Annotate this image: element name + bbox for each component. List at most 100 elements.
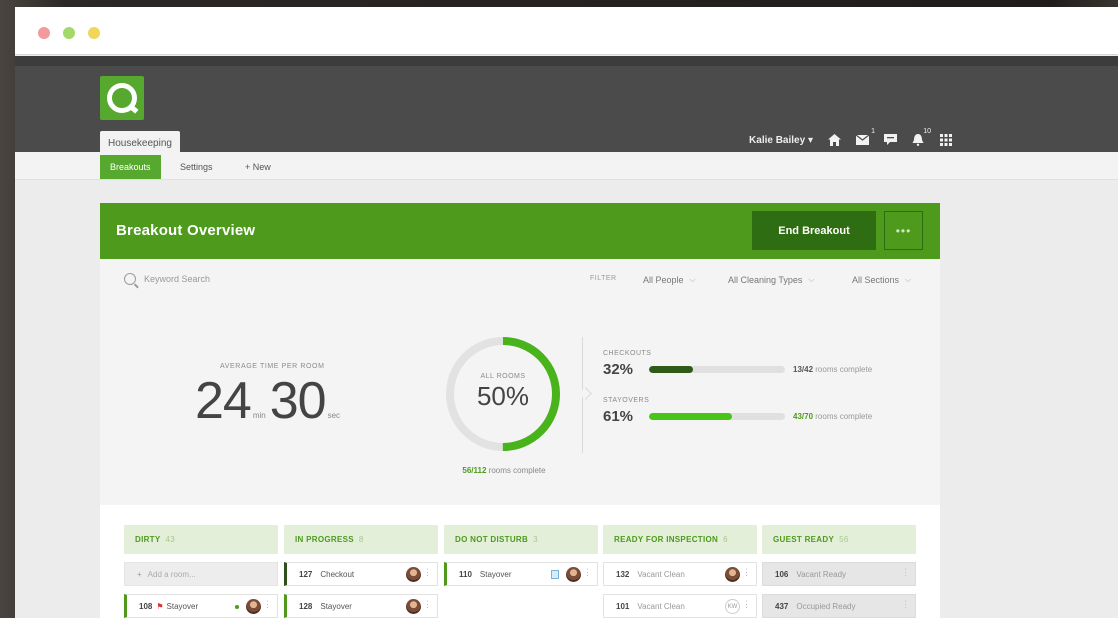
ring-percent: 50%	[476, 381, 530, 411]
window-close-button[interactable]	[38, 27, 50, 39]
browser-titlebar	[15, 7, 1118, 55]
room-card[interactable]: 108 ⚑ Stayover ⋮	[124, 594, 278, 618]
room-number: 437	[775, 601, 789, 611]
avatar	[406, 567, 421, 582]
kebab-menu-icon[interactable]: ⋮	[742, 568, 751, 577]
room-number: 132	[616, 569, 630, 579]
breakout-overview-panel: Breakout Overview End Breakout ••• Keywo…	[100, 203, 940, 618]
stayovers-summary: 43/70 rooms complete	[793, 412, 872, 421]
kebab-menu-icon[interactable]: ⋮	[423, 600, 432, 609]
search-icon	[124, 273, 136, 285]
column-header: DIRTY 43	[124, 525, 278, 554]
column-count: 43	[165, 535, 175, 544]
cleaning-type-filter-dropdown[interactable]: All Cleaning Types ⌵	[728, 275, 814, 285]
chat-icon[interactable]	[883, 133, 897, 147]
add-room-input[interactable]: + Add a room...	[124, 562, 278, 586]
room-number: 127	[299, 569, 313, 579]
room-card[interactable]: 127 Checkout ⋮	[284, 562, 438, 586]
checkouts-percent: 32%	[603, 361, 634, 378]
room-number: 128	[299, 601, 313, 611]
chevron-down-icon: ⌵	[905, 275, 912, 284]
kebab-menu-icon[interactable]: ⋮	[423, 568, 432, 577]
column-title: DIRTY	[135, 535, 161, 544]
cleaning-type-filter-value: All Cleaning Types	[728, 275, 803, 285]
room-type: Stayover	[320, 601, 352, 611]
tab-settings[interactable]: Settings	[170, 155, 223, 179]
checkouts-count: 13/42	[793, 365, 814, 374]
panel-header: Breakout Overview End Breakout •••	[100, 203, 940, 259]
user-name: Kalie Bailey	[749, 134, 806, 146]
people-filter-dropdown[interactable]: All People ⌵	[643, 275, 696, 285]
column-count: 3	[533, 535, 538, 544]
minutes-unit: min	[252, 411, 266, 420]
kebab-menu-icon[interactable]: ⋮	[742, 600, 751, 609]
column-header: DO NOT DISTURB 3	[444, 525, 598, 554]
stayovers-stat: STAYOVERS 61% 43/70 rooms complete	[603, 397, 872, 425]
kebab-menu-icon[interactable]: ⋮	[901, 568, 910, 577]
column-title: IN PROGRESS	[295, 535, 354, 544]
room-type: Vacant Ready	[796, 569, 847, 579]
room-type: Vacant Clean	[637, 569, 685, 579]
stayovers-percent: 61%	[603, 408, 634, 425]
search-input[interactable]: Keyword Search	[124, 273, 210, 285]
room-card[interactable]: 437 Occupied Ready ⋮	[762, 594, 916, 618]
tab-new[interactable]: + New	[235, 155, 281, 179]
column-header: READY FOR INSPECTION 6	[603, 525, 757, 554]
section-filter-dropdown[interactable]: All Sections ⌵	[852, 275, 911, 285]
app-header: Housekeeping Kalie Bailey ▾ 1 10	[15, 56, 1118, 156]
column-count: 56	[839, 535, 849, 544]
window-minimize-button[interactable]	[63, 27, 75, 39]
room-type: Stayover	[166, 601, 199, 611]
room-number: 106	[775, 569, 789, 579]
people-filter-value: All People	[643, 275, 684, 285]
checkouts-progress-fill	[649, 366, 693, 373]
room-card[interactable]: 110 Stayover ⋮	[444, 562, 598, 586]
app-logo[interactable]	[100, 76, 144, 120]
section-filter-value: All Sections	[852, 275, 900, 285]
add-room-placeholder: Add a room...	[147, 569, 196, 579]
avatar	[725, 567, 740, 582]
room-card[interactable]: 106 Vacant Ready ⋮	[762, 562, 916, 586]
all-rooms-progress-ring: ALL ROOMS 50%	[442, 333, 564, 455]
average-seconds: 30	[269, 372, 327, 430]
average-time-label: AVERAGE TIME PER ROOM	[220, 363, 325, 370]
kebab-menu-icon[interactable]: ⋮	[263, 600, 272, 609]
panel-title: Breakout Overview	[116, 222, 256, 239]
room-card[interactable]: 128 Stayover ⋮	[284, 594, 438, 618]
room-card[interactable]: 101 Vacant Clean KW ⋮	[603, 594, 757, 618]
filter-bar: Keyword Search FILTER All People ⌵ All Cl…	[100, 269, 940, 293]
window-zoom-button[interactable]	[88, 27, 100, 39]
flag-icon: ⚑	[156, 601, 164, 611]
avatar: KW	[725, 599, 740, 614]
room-type: Occupied Ready	[796, 601, 856, 611]
avatar	[566, 567, 581, 582]
checkouts-progress-bar	[649, 366, 785, 373]
room-card[interactable]: 132 Vacant Clean ⋮	[603, 562, 757, 586]
room-type: Checkout	[320, 569, 355, 579]
more-options-button[interactable]: •••	[884, 211, 923, 250]
avatar	[406, 599, 421, 614]
average-time-value: 24 min 30 sec	[195, 371, 344, 431]
ring-complete-text: rooms complete	[488, 466, 546, 475]
home-icon[interactable]	[827, 133, 841, 147]
user-menu[interactable]: Kalie Bailey ▾	[749, 135, 813, 146]
kebab-menu-icon[interactable]: ⋮	[901, 600, 910, 609]
chevron-down-icon: ▾	[807, 134, 813, 146]
room-type: Vacant Clean	[637, 601, 685, 611]
bell-icon[interactable]: 10	[911, 128, 931, 147]
kebab-menu-icon[interactable]: ⋮	[583, 568, 592, 577]
column-title: GUEST READY	[773, 535, 835, 544]
column-guest-ready: GUEST READY 56 106 Vacant Ready ⋮ 437 Occ…	[762, 525, 916, 618]
column-header: IN PROGRESS 8	[284, 525, 438, 554]
end-breakout-button[interactable]: End Breakout	[752, 211, 876, 250]
room-number: 108	[139, 601, 153, 611]
seconds-unit: sec	[327, 411, 341, 420]
avatar	[246, 599, 261, 614]
column-do-not-disturb: DO NOT DISTURB 3 110 Stayover ⋮	[444, 525, 598, 586]
average-minutes: 24	[195, 372, 252, 430]
bell-badge: 10	[923, 128, 931, 135]
mail-icon[interactable]: 1	[855, 128, 875, 147]
checkouts-text: rooms complete	[815, 365, 873, 374]
tab-breakouts[interactable]: Breakouts	[100, 155, 161, 179]
grid-menu-icon[interactable]	[939, 133, 953, 147]
